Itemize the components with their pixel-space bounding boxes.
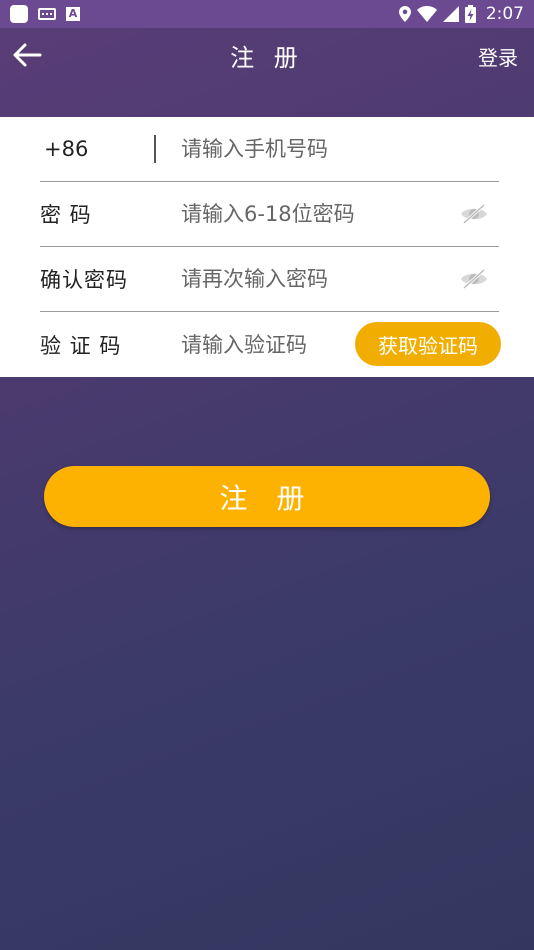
keyboard-icon (38, 8, 56, 20)
verification-input[interactable] (181, 324, 351, 365)
phone-input[interactable] (181, 129, 499, 169)
eye-slash-icon[interactable] (459, 268, 489, 290)
confirm-password-row: 确认密码 (40, 247, 499, 312)
status-time: 2:07 (485, 4, 524, 24)
phone-row: +86 (40, 117, 499, 182)
app-header: 注 册 登录 (0, 28, 534, 84)
confirm-password-input[interactable] (181, 259, 459, 299)
verification-row: 验 证 码 获取验证码 (40, 312, 501, 377)
password-label: 密 码 (40, 203, 92, 227)
eye-slash-icon[interactable] (459, 203, 489, 225)
signal-icon (442, 6, 459, 22)
page-title: 注 册 (230, 44, 304, 72)
register-form: +86 密 码 确认密码 验 证 码 获取验证码 (0, 117, 534, 377)
divider (154, 135, 156, 163)
wifi-icon (416, 6, 437, 22)
password-input[interactable] (181, 194, 459, 234)
status-bar-left: A (10, 5, 80, 23)
login-link[interactable]: 登录 (478, 42, 518, 71)
app-icon (10, 5, 28, 23)
get-code-button[interactable]: 获取验证码 (355, 322, 501, 366)
text-a-icon: A (66, 7, 80, 21)
confirm-password-label: 确认密码 (40, 268, 128, 292)
location-icon (398, 6, 411, 22)
status-bar: A 2:07 (0, 0, 534, 28)
status-bar-right: 2:07 (398, 4, 524, 24)
verification-label: 验 证 码 (40, 333, 122, 358)
register-button[interactable]: 注 册 (44, 466, 490, 527)
country-code-selector[interactable]: +86 (40, 137, 154, 161)
password-row: 密 码 (40, 182, 499, 247)
battery-charging-icon (464, 5, 476, 23)
